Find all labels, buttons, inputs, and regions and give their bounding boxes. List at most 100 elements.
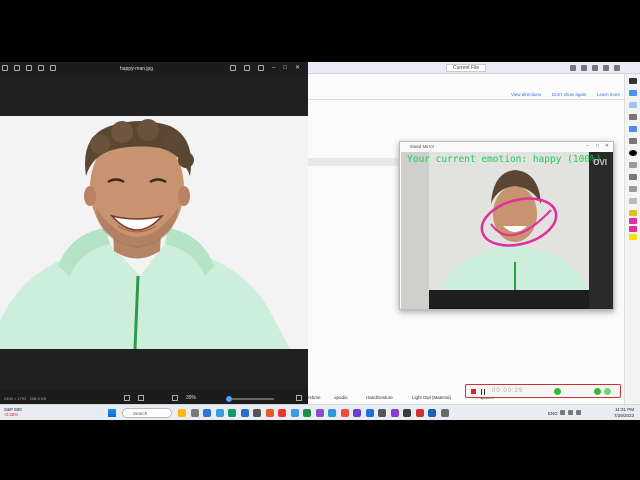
pause-icon[interactable] (481, 389, 485, 395)
tool-icon[interactable] (629, 126, 637, 132)
minimize-icon[interactable]: – (272, 65, 275, 71)
actual-size-icon[interactable] (172, 395, 178, 401)
app-icon[interactable] (253, 409, 261, 417)
tool-icon[interactable] (629, 162, 637, 168)
language-indicator[interactable]: ENG (548, 411, 558, 416)
viewer-file-title: happy-man.jpg (120, 66, 154, 72)
more-icon[interactable] (50, 65, 56, 71)
tool-icon[interactable] (629, 198, 637, 204)
vscode-icon[interactable] (365, 409, 374, 417)
settings-icon[interactable] (614, 65, 620, 71)
color-swatch-icon[interactable] (629, 226, 637, 232)
taskbar-apps (178, 409, 449, 417)
learn-more-link[interactable]: Learn more (597, 92, 620, 97)
zoom-slider[interactable] (226, 396, 274, 402)
tab-theme[interactable]: Light Owl (Material) (412, 395, 451, 400)
app-icon[interactable] (240, 409, 249, 417)
share-icon[interactable] (244, 65, 250, 71)
app-icon[interactable] (290, 409, 299, 417)
tab-opodio[interactable]: opodio (334, 395, 348, 400)
maximize-icon[interactable]: □ (283, 65, 287, 71)
system-tray-icons (560, 410, 581, 415)
battery-icon[interactable] (576, 410, 581, 415)
minimize-icon[interactable]: – (586, 143, 589, 149)
app-icon[interactable] (390, 409, 399, 417)
mirror-titlebar: Swed Mirror – □ ✕ (400, 142, 613, 151)
mic-icon[interactable] (604, 388, 611, 395)
volume-icon[interactable] (568, 410, 573, 415)
debug-icon[interactable] (581, 65, 587, 71)
fit-icon[interactable] (124, 395, 130, 401)
app-icon[interactable] (328, 409, 336, 417)
dont-show-again-link[interactable]: Don't show again (552, 92, 586, 97)
app-icon[interactable] (403, 409, 411, 417)
tab-handgesture[interactable]: HandGesture (366, 395, 393, 400)
gallery-icon[interactable] (2, 65, 8, 71)
app-icon[interactable] (428, 409, 436, 417)
expand-icon[interactable] (296, 395, 302, 401)
zoom-slider-knob[interactable] (226, 396, 232, 402)
desktop-stage: happy-man.jpg – □ ✕ 2400 × 1792 208.5 KB… (0, 62, 640, 418)
windows-start-icon[interactable] (108, 409, 116, 417)
run-icon[interactable] (570, 65, 576, 71)
happy-man-photo (0, 116, 308, 349)
app-icon[interactable] (353, 409, 361, 417)
tool-icon[interactable] (629, 186, 637, 192)
app-icon[interactable] (440, 409, 449, 417)
screen-recorder-toolbar: 00:00:25 (465, 384, 621, 398)
ide-panel-strip (308, 158, 408, 166)
search-icon[interactable] (603, 65, 609, 71)
edge-icon[interactable] (215, 409, 224, 417)
close-icon[interactable]: ✕ (605, 143, 609, 149)
tool-icon[interactable] (629, 138, 637, 144)
delete-icon[interactable] (38, 65, 44, 71)
clock[interactable]: 11:31 PM 7/29/2023 (614, 407, 634, 418)
close-icon[interactable]: ✕ (295, 65, 300, 71)
color-swatch-icon[interactable] (629, 218, 637, 224)
pen-icon[interactable] (554, 388, 561, 395)
stop-record-icon[interactable] (471, 389, 476, 394)
app-icon[interactable] (203, 409, 211, 417)
app-icon[interactable] (340, 409, 349, 417)
app-icon[interactable] (228, 409, 236, 417)
tool-icon[interactable] (629, 90, 637, 96)
rotate-icon[interactable] (26, 65, 32, 71)
app-icon[interactable] (415, 409, 424, 417)
viewer-window-controls: – □ ✕ (230, 65, 300, 71)
info-icon[interactable] (258, 65, 264, 71)
tool-icon[interactable] (629, 102, 637, 108)
app-icon[interactable] (378, 409, 386, 417)
windows-taskbar: S&P 500 -0.35% Search ENG 11:31 PM 7/29/… (0, 404, 640, 420)
file-explorer-icon[interactable] (178, 409, 186, 417)
tool-icon[interactable] (629, 210, 637, 216)
tool-icon[interactable] (629, 150, 637, 156)
app-icon[interactable] (278, 409, 286, 417)
mirror-window[interactable]: Swed Mirror – □ ✕ Your current emotion: … (399, 141, 614, 310)
app-icon[interactable] (265, 409, 274, 417)
app-icon[interactable] (190, 409, 199, 417)
webcam-feed: Your current emotion: happy (100%) OVI (401, 152, 613, 309)
tool-icon[interactable] (629, 174, 637, 180)
maximize-icon[interactable]: □ (596, 143, 599, 149)
tool-icon[interactable] (629, 78, 637, 84)
tool-icon[interactable] (629, 114, 637, 120)
color-swatch-icon[interactable] (629, 234, 637, 240)
zoom-level[interactable]: 39% (186, 395, 196, 401)
recording-time: 00:00:25 (492, 388, 524, 394)
tab-rsbme[interactable]: rsbme (308, 395, 321, 400)
zoom-icon[interactable] (14, 65, 20, 71)
fullscreen-icon[interactable] (138, 395, 144, 401)
stock-widget[interactable]: S&P 500 -0.35% (4, 407, 22, 417)
watermark-logo: OVI (593, 158, 607, 167)
taskbar-search[interactable]: Search (122, 408, 172, 418)
edit-icon[interactable] (230, 65, 236, 71)
viewer-toolbar (2, 65, 56, 71)
app-icon[interactable] (315, 409, 324, 417)
app-icon[interactable] (303, 409, 311, 417)
wifi-icon[interactable] (560, 410, 565, 415)
camera-icon[interactable] (594, 388, 601, 395)
profile-icon[interactable] (592, 65, 598, 71)
view-directions-link[interactable]: View directions (511, 92, 541, 97)
stock-change: -0.35% (4, 412, 19, 417)
run-config-select[interactable]: Current File (446, 64, 487, 72)
